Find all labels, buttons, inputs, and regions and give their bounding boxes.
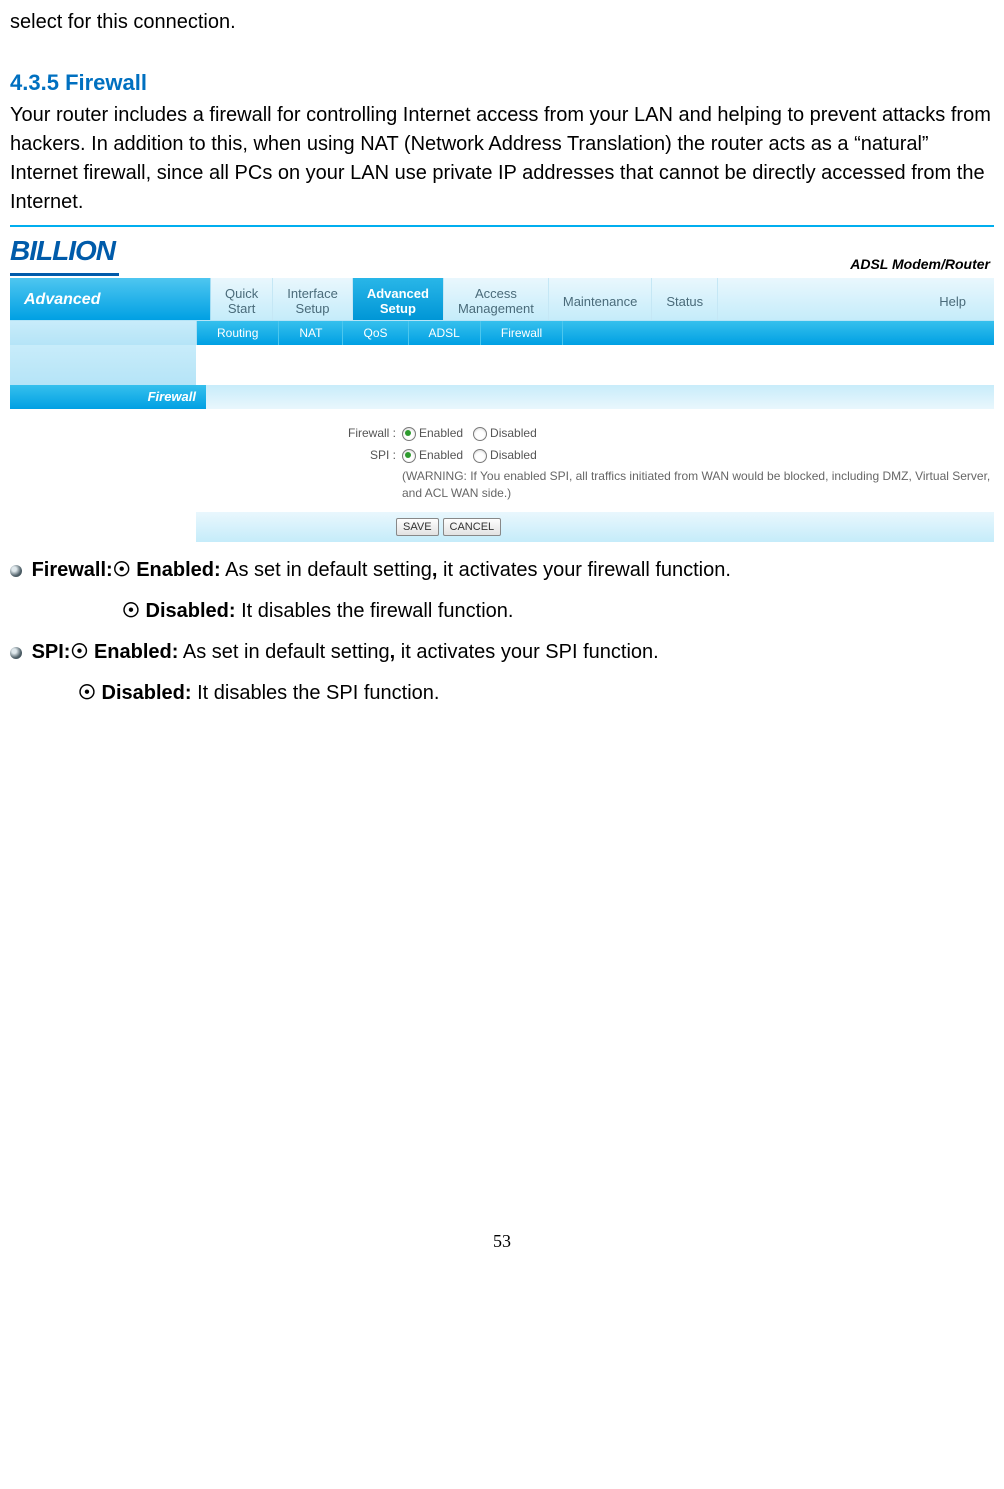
panel-heading: Firewall [10,385,206,409]
desc-disabled-label: Disabled: [146,600,236,622]
radio-label: Enabled [419,425,463,442]
form-content: Firewall : Enabled Disabled SPI : Enable… [196,425,994,501]
desc-text: It disables the SPI function. [192,682,440,704]
firewall-disabled-radio[interactable]: Disabled [473,425,537,442]
cancel-button[interactable]: CANCEL [443,518,502,536]
radio-label: Disabled [490,447,537,464]
tab-access-management[interactable]: Access Management [444,278,549,320]
tab-line2: Setup [367,301,429,317]
section-title: Firewall [65,70,147,95]
subnav-adsl[interactable]: ADSL [409,321,481,345]
screenshot-header: BILLION ADSL Modem/Router [10,227,994,279]
tab-line1: Status [666,294,703,310]
desc-firewall-disabled: ☉ Disabled: It disables the firewall fun… [122,597,994,626]
desc-spi-label: SPI: [32,641,71,663]
target-icon: ☉ [113,559,137,581]
desc-text: As set in default setting [221,559,432,581]
page-number: 53 [10,1228,994,1254]
desc-firewall-label: Firewall: [32,559,113,581]
tab-interface-setup[interactable]: Interface Setup [273,278,353,320]
radio-icon [402,427,416,441]
tab-line1: Help [939,294,966,310]
target-icon: ☉ [78,682,102,704]
spi-disabled-radio[interactable]: Disabled [473,447,537,464]
spi-label: SPI : [196,447,402,464]
spi-row: SPI : Enabled Disabled [196,447,994,464]
firewall-row: Firewall : Enabled Disabled [196,425,994,442]
tab-line1: Quick [225,286,258,302]
panel-heading-fill [206,385,994,409]
nav-category: Advanced [10,278,211,320]
spi-warning: (WARNING: If You enabled SPI, all traffi… [396,468,994,502]
tab-line1: Advanced [367,286,429,302]
form-area: Firewall : Enabled Disabled SPI : Enable… [10,409,994,511]
form-gutter [10,425,196,501]
desc-spi-disabled: ☉ Disabled: It disables the SPI function… [78,679,994,708]
section-body: Your router includes a firewall for cont… [10,101,994,217]
router-ui-screenshot: BILLION ADSL Modem/Router Advanced Quick… [10,225,994,544]
tab-maintenance[interactable]: Maintenance [549,278,652,320]
main-nav: Advanced Quick Start Interface Setup Adv… [10,278,994,321]
desc-text-tail: it activates your firewall function. [437,559,730,581]
sub-nav: Routing NAT QoS ADSL Firewall [10,321,994,345]
subnav-gutter [10,321,197,345]
desc-text: It disables the firewall function. [236,600,514,622]
spacer-gutter [10,345,196,385]
bullet-icon [10,565,22,577]
tab-status[interactable]: Status [652,278,718,320]
subnav-strip: Routing NAT QoS ADSL Firewall [197,321,994,345]
logo-text: BILLION [10,231,119,277]
tab-help[interactable]: Help [925,278,994,320]
product-name: ADSL Modem/Router [850,254,990,276]
section-heading: 4.3.5 Firewall [10,67,994,99]
desc-spi-enabled: SPI:☉ Enabled: As set in default setting… [10,638,994,667]
save-button[interactable]: SAVE [396,518,439,536]
button-bar-gutter [10,512,196,542]
subnav-routing[interactable]: Routing [197,321,279,345]
section-number: 4.3.5 [10,70,59,95]
tab-line2: Start [225,301,258,317]
target-icon: ☉ [70,641,94,663]
subnav-firewall[interactable]: Firewall [481,321,563,345]
desc-text-tail: it activates your SPI function. [395,641,658,663]
desc-text: As set in default setting [178,641,389,663]
button-bar: SAVE CANCEL [10,512,994,542]
spacer-row [10,345,994,385]
spi-enabled-radio[interactable]: Enabled [402,447,463,464]
desc-enabled-label: Enabled: [94,641,178,663]
panel-heading-row: Firewall [10,385,994,409]
radio-icon [473,449,487,463]
desc-disabled-label: Disabled: [102,682,192,704]
subnav-qos[interactable]: QoS [343,321,408,345]
tab-advanced-setup[interactable]: Advanced Setup [353,278,444,320]
tab-line1: Interface [287,286,338,302]
desc-enabled-label: Enabled: [136,559,220,581]
radio-label: Enabled [419,447,463,464]
tab-line2: Management [458,301,534,317]
tab-quick-start[interactable]: Quick Start [211,278,273,320]
intro-fragment: select for this connection. [10,8,994,37]
firewall-label: Firewall : [196,425,402,442]
radio-icon [402,449,416,463]
tab-line2: Setup [287,301,338,317]
tab-line1: Maintenance [563,294,637,310]
target-icon: ☉ [122,600,146,622]
subnav-nat[interactable]: NAT [279,321,343,345]
desc-firewall-enabled: Firewall:☉ Enabled: As set in default se… [10,556,994,585]
logo: BILLION [10,231,119,277]
button-bar-content: SAVE CANCEL [196,512,994,542]
radio-label: Disabled [490,425,537,442]
bullet-icon [10,647,22,659]
firewall-enabled-radio[interactable]: Enabled [402,425,463,442]
radio-icon [473,427,487,441]
tab-line1: Access [458,286,534,302]
